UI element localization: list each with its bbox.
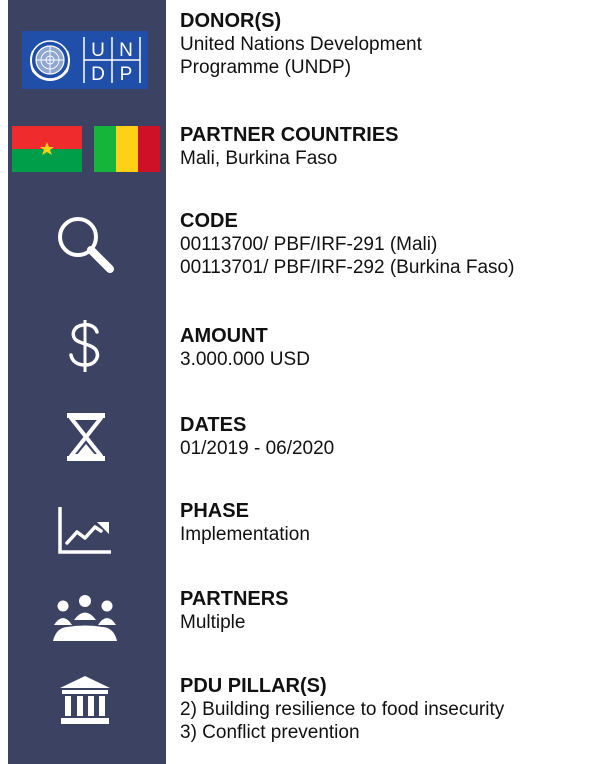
code-value-line-2: 00113701/ PBF/IRF-292 (Burkina Faso) — [180, 257, 515, 278]
donor-value-line-1: United Nations Development — [180, 34, 422, 55]
burkina-faso-flag-icon — [12, 126, 82, 172]
phase-value: Implementation — [180, 524, 310, 545]
logo-letter-d: D — [91, 64, 105, 85]
partners-label: PARTNERS — [180, 588, 289, 610]
institution-icon — [60, 676, 110, 724]
pdu-pillars-label: PDU PILLAR(S) — [180, 675, 327, 697]
undp-logo-icon: U N D P — [22, 31, 148, 89]
partner-countries-value: Mali, Burkina Faso — [180, 148, 338, 169]
logo-letter-p: P — [120, 64, 133, 85]
donor-label: DONOR(S) — [180, 10, 282, 32]
partner-countries-section: PARTNER COUNTRIES Mali, Burkina Faso — [180, 124, 399, 170]
donor-section: DONOR(S) United Nations Development Prog… — [180, 10, 422, 79]
logo-letter-n: N — [119, 40, 133, 61]
sidebar-panel — [8, 0, 166, 764]
hourglass-icon — [67, 413, 105, 461]
donor-value-line-2: Programme (UNDP) — [180, 57, 352, 78]
line-chart-icon — [58, 507, 111, 554]
amount-section: AMOUNT 3.000.000 USD — [180, 325, 310, 371]
partners-value: Multiple — [180, 612, 246, 633]
people-icon — [53, 595, 117, 641]
dates-value: 01/2019 - 06/2020 — [180, 438, 335, 459]
code-section: CODE 00113700/ PBF/IRF-291 (Mali) 001137… — [180, 210, 514, 279]
code-value-line-1: 00113700/ PBF/IRF-291 (Mali) — [180, 234, 438, 255]
dollar-icon — [69, 320, 100, 372]
un-emblem-icon — [30, 40, 70, 81]
pdu-pillars-value-line-2: 3) Conflict prevention — [180, 722, 360, 743]
mali-flag-icon — [94, 126, 160, 172]
pdu-pillars-section: PDU PILLAR(S) 2) Building resilience to … — [180, 675, 504, 744]
phase-label: PHASE — [180, 500, 249, 522]
pdu-pillars-value-line-1: 2) Building resilience to food insecurit… — [180, 699, 505, 720]
partner-countries-label: PARTNER COUNTRIES — [180, 124, 399, 146]
dates-label: DATES — [180, 414, 247, 436]
amount-label: AMOUNT — [180, 325, 268, 347]
phase-section: PHASE Implementation — [180, 500, 310, 546]
search-icon — [58, 217, 114, 273]
dates-section: DATES 01/2019 - 06/2020 — [180, 414, 334, 460]
partners-section: PARTNERS Multiple — [180, 588, 289, 634]
logo-letter-u: U — [91, 40, 105, 61]
amount-value: 3.000.000 USD — [180, 349, 310, 370]
code-label: CODE — [180, 210, 238, 232]
